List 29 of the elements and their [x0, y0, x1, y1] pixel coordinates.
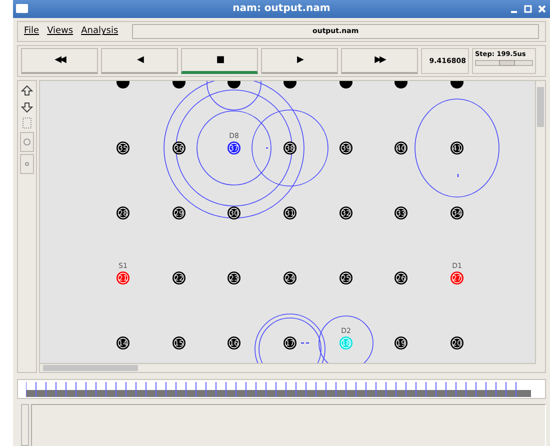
timeline-bar[interactable]	[17, 379, 546, 400]
node-icon[interactable]	[116, 80, 130, 88]
node-icon[interactable]	[340, 80, 352, 88]
node-icon[interactable]	[228, 80, 240, 88]
window-title: nam: output.nam	[232, 3, 330, 14]
node-icon[interactable]	[172, 80, 186, 88]
transport-button[interactable]: ▶▶	[341, 48, 418, 74]
transport-button[interactable]: ◀◀	[21, 48, 98, 74]
dot-icon	[24, 160, 30, 167]
horizontal-scrollbar[interactable]	[40, 363, 536, 372]
transport-button[interactable]: ■	[181, 48, 258, 74]
close-icon[interactable]	[536, 3, 548, 15]
node-icon[interactable]	[284, 80, 296, 88]
menu-item[interactable]: File	[24, 26, 40, 36]
step-slider[interactable]	[475, 60, 533, 66]
maximize-icon[interactable]	[522, 3, 534, 15]
transport-button[interactable]: ▶	[261, 48, 338, 74]
vertical-scrollbar[interactable]	[535, 80, 545, 364]
zoom-in-icon[interactable]	[20, 84, 34, 98]
zoom-out-icon[interactable]	[20, 100, 34, 114]
menu-item[interactable]: Analysis	[81, 26, 118, 36]
slider-thumb[interactable]	[498, 60, 515, 66]
circle-tool-button[interactable]	[20, 132, 34, 152]
node-icon[interactable]	[450, 80, 464, 88]
transport-button[interactable]: ◀	[101, 48, 178, 74]
node-icon[interactable]	[394, 80, 408, 88]
vertical-scrollbar[interactable]	[21, 404, 29, 446]
circle-icon	[23, 138, 31, 146]
menu-item[interactable]: Views	[47, 26, 74, 36]
